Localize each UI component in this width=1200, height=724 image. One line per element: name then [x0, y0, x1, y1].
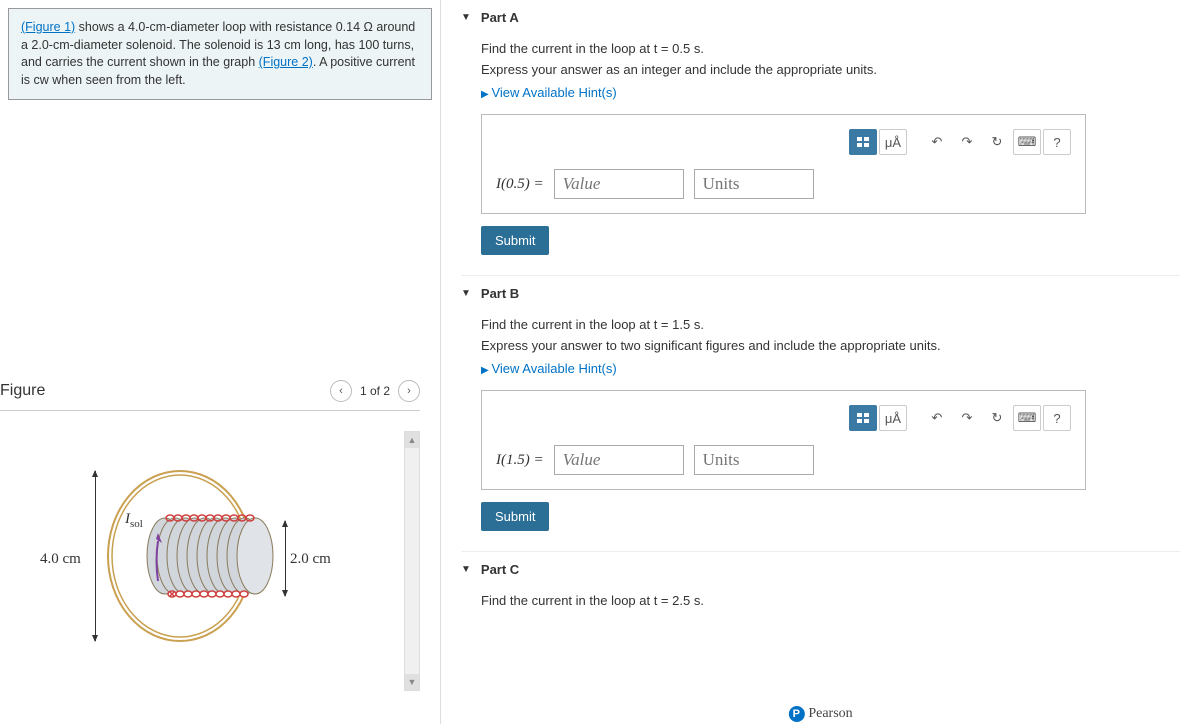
part-b-instruction: Express your answer to two significant f…	[481, 338, 1180, 353]
part-b-submit-button[interactable]: Submit	[481, 502, 549, 531]
redo-icon[interactable]: ↷	[953, 405, 981, 431]
part-b-hints-link[interactable]: View Available Hint(s)	[481, 361, 1180, 376]
part-a-units-input[interactable]	[694, 169, 814, 199]
figure-next-button[interactable]: ›	[398, 380, 420, 402]
label-2cm: 2.0 cm	[290, 551, 331, 568]
part-b-input-label: I(1.5) =	[496, 452, 544, 469]
units-toggle-button[interactable]: μÅ	[879, 129, 907, 155]
keyboard-icon[interactable]: ⌨	[1013, 129, 1041, 155]
part-a-title: Part A	[481, 10, 519, 25]
scroll-up-icon[interactable]: ▲	[405, 432, 419, 448]
part-b-answer-box: μÅ ↶ ↷ ↻ ⌨ ? I(1.5) =	[481, 390, 1086, 490]
part-c-title: Part C	[481, 562, 519, 577]
part-a-input-label: I(0.5) =	[496, 176, 544, 193]
part-a-value-input[interactable]	[554, 169, 684, 199]
part-c-header[interactable]: ▼ Part C	[461, 551, 1180, 583]
part-a-submit-button[interactable]: Submit	[481, 226, 549, 255]
figure-heading: Figure	[0, 382, 45, 400]
pearson-brand: Pearson	[808, 706, 852, 722]
caret-down-icon: ▼	[461, 564, 471, 575]
help-button[interactable]: ?	[1043, 405, 1071, 431]
part-b-header[interactable]: ▼ Part B	[461, 275, 1180, 307]
help-button[interactable]: ?	[1043, 129, 1071, 155]
pearson-logo-icon: P	[788, 706, 804, 722]
part-b-title: Part B	[481, 286, 519, 301]
part-a-instruction: Express your answer as an integer and in…	[481, 62, 1180, 77]
part-b-value-input[interactable]	[554, 445, 684, 475]
redo-icon[interactable]: ↷	[953, 129, 981, 155]
figure-scrollbar[interactable]: ▲ ▼	[404, 431, 420, 691]
problem-intro: (Figure 1) shows a 4.0-cm-diameter loop …	[8, 8, 432, 100]
part-a-hints-link[interactable]: View Available Hint(s)	[481, 85, 1180, 100]
undo-icon[interactable]: ↶	[923, 129, 951, 155]
part-b-prompt: Find the current in the loop at t = 1.5 …	[481, 317, 1180, 332]
figure-nav-label: 1 of 2	[360, 384, 390, 398]
part-c-prompt: Find the current in the loop at t = 2.5 …	[481, 593, 1180, 608]
reset-icon[interactable]: ↻	[983, 129, 1011, 155]
caret-down-icon: ▼	[461, 12, 471, 23]
solenoid-svg	[100, 461, 290, 651]
pearson-footer: P Pearson	[788, 706, 852, 722]
caret-down-icon: ▼	[461, 288, 471, 299]
figure-1-link[interactable]: (Figure 1)	[21, 20, 75, 34]
label-4cm: 4.0 cm	[40, 551, 81, 568]
part-a-prompt: Find the current in the loop at t = 0.5 …	[481, 41, 1180, 56]
part-a-header[interactable]: ▼ Part A	[461, 0, 1180, 31]
divider	[0, 410, 420, 411]
dimension-arrow-4cm	[95, 471, 96, 641]
units-toggle-button[interactable]: μÅ	[879, 405, 907, 431]
solenoid-diagram: 4.0 cm 2.0 cm Isol	[40, 451, 340, 651]
keyboard-icon[interactable]: ⌨	[1013, 405, 1041, 431]
scroll-down-icon[interactable]: ▼	[405, 674, 419, 690]
template-icon[interactable]	[849, 129, 877, 155]
figure-2-link[interactable]: (Figure 2)	[259, 55, 313, 69]
reset-icon[interactable]: ↻	[983, 405, 1011, 431]
figure-area: ▲ ▼ 4.0 cm 2.0 cm Isol	[0, 431, 440, 681]
template-icon[interactable]	[849, 405, 877, 431]
part-b-units-input[interactable]	[694, 445, 814, 475]
figure-prev-button[interactable]: ‹	[330, 380, 352, 402]
undo-icon[interactable]: ↶	[923, 405, 951, 431]
part-a-answer-box: μÅ ↶ ↷ ↻ ⌨ ? I(0.5) =	[481, 114, 1086, 214]
